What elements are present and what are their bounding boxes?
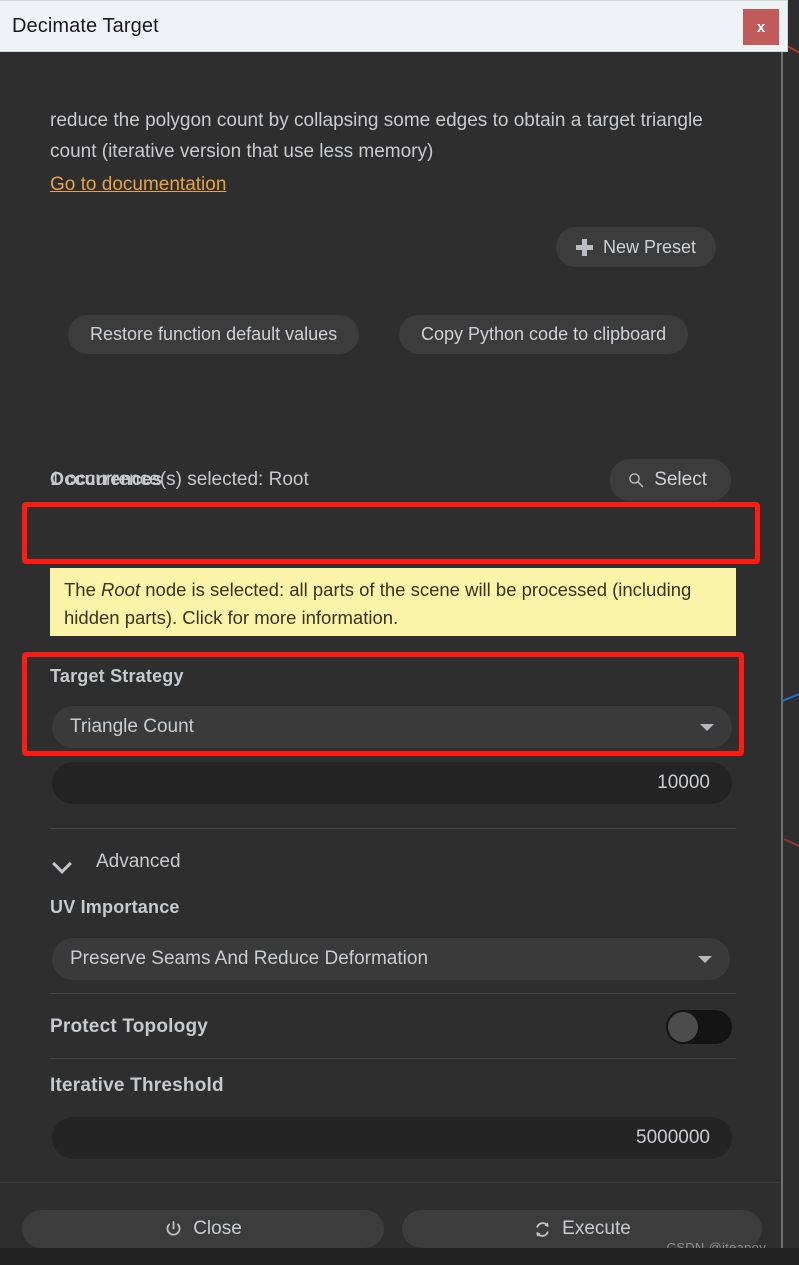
power-icon: [166, 1220, 181, 1236]
background-vertical-line: [781, 50, 783, 1250]
dialog-content: reduce the polygon count by collapsing s…: [0, 52, 780, 1182]
divider-iterative-threshold-top: [50, 1058, 736, 1059]
iterative-threshold-input[interactable]: 5000000: [52, 1117, 732, 1159]
divider-advanced-top: [50, 828, 736, 829]
documentation-link[interactable]: Go to documentation: [50, 174, 226, 196]
protect-topology-label: Protect Topology: [50, 1016, 209, 1037]
chevron-down-icon: [52, 856, 74, 869]
bottom-strip: [0, 1248, 799, 1265]
chevron-down-icon: [698, 956, 712, 963]
occurrences-row: 1 occurrence(s) selected: Root Select: [30, 454, 750, 506]
search-icon: [629, 473, 644, 488]
copy-python-button[interactable]: Copy Python code to clipboard: [399, 315, 689, 354]
close-button-label: Close: [193, 1218, 242, 1239]
info-emphasis: Root: [101, 579, 141, 600]
background-blue-diagonal-line: [781, 685, 799, 702]
divider-protect-topology-top: [50, 993, 736, 994]
restore-defaults-button[interactable]: Restore function default values: [68, 315, 360, 354]
plus-icon: [575, 238, 593, 256]
dialog-description: reduce the polygon count by collapsing s…: [50, 110, 703, 162]
execute-button-label: Execute: [562, 1218, 631, 1239]
occurrences-selection-text: 1 occurrence(s) selected: Root: [50, 469, 309, 490]
iterative-threshold-label: Iterative Threshold: [50, 1075, 224, 1096]
toggle-knob: [668, 1012, 698, 1042]
target-strategy-dropdown[interactable]: Triangle Count: [52, 706, 732, 748]
target-strategy-value: Triangle Count: [70, 716, 194, 737]
target-strategy-label: Target Strategy: [50, 666, 184, 686]
uv-importance-dropdown[interactable]: Preserve Seams And Reduce Deformation: [52, 938, 730, 980]
close-button[interactable]: Close: [22, 1210, 384, 1248]
info-prefix: The: [64, 579, 102, 600]
advanced-label: Advanced: [96, 851, 181, 872]
select-occurrences-button[interactable]: Select: [610, 459, 731, 501]
new-preset-button[interactable]: New Preset: [555, 227, 716, 267]
window-title: Decimate Target: [12, 14, 159, 37]
background-red-diagonal-line-2: [783, 838, 799, 857]
info-suffix: node is selected: all parts of the scene…: [64, 579, 692, 628]
chevron-down-icon: [700, 724, 714, 731]
annotation-rect-occurrences: [22, 502, 760, 564]
target-count-input[interactable]: 10000: [52, 762, 732, 804]
protect-topology-toggle[interactable]: [666, 1010, 732, 1044]
root-node-info-banner[interactable]: The Root node is selected: all parts of …: [50, 568, 736, 636]
window-titlebar: Decimate Target x: [0, 0, 788, 52]
select-button-label: Select: [654, 469, 707, 490]
uv-importance-value: Preserve Seams And Reduce Deformation: [70, 948, 429, 969]
refresh-icon: [536, 1221, 549, 1237]
decimate-target-dialog: reduce the polygon count by collapsing s…: [0, 52, 780, 1265]
uv-importance-label: UV Importance: [50, 897, 180, 917]
screenshot-root: Decimate Target x reduce the polygon cou…: [0, 0, 799, 1265]
close-window-button[interactable]: x: [743, 9, 779, 45]
new-preset-label: New Preset: [602, 236, 696, 257]
advanced-section-toggle[interactable]: Advanced: [52, 844, 181, 880]
